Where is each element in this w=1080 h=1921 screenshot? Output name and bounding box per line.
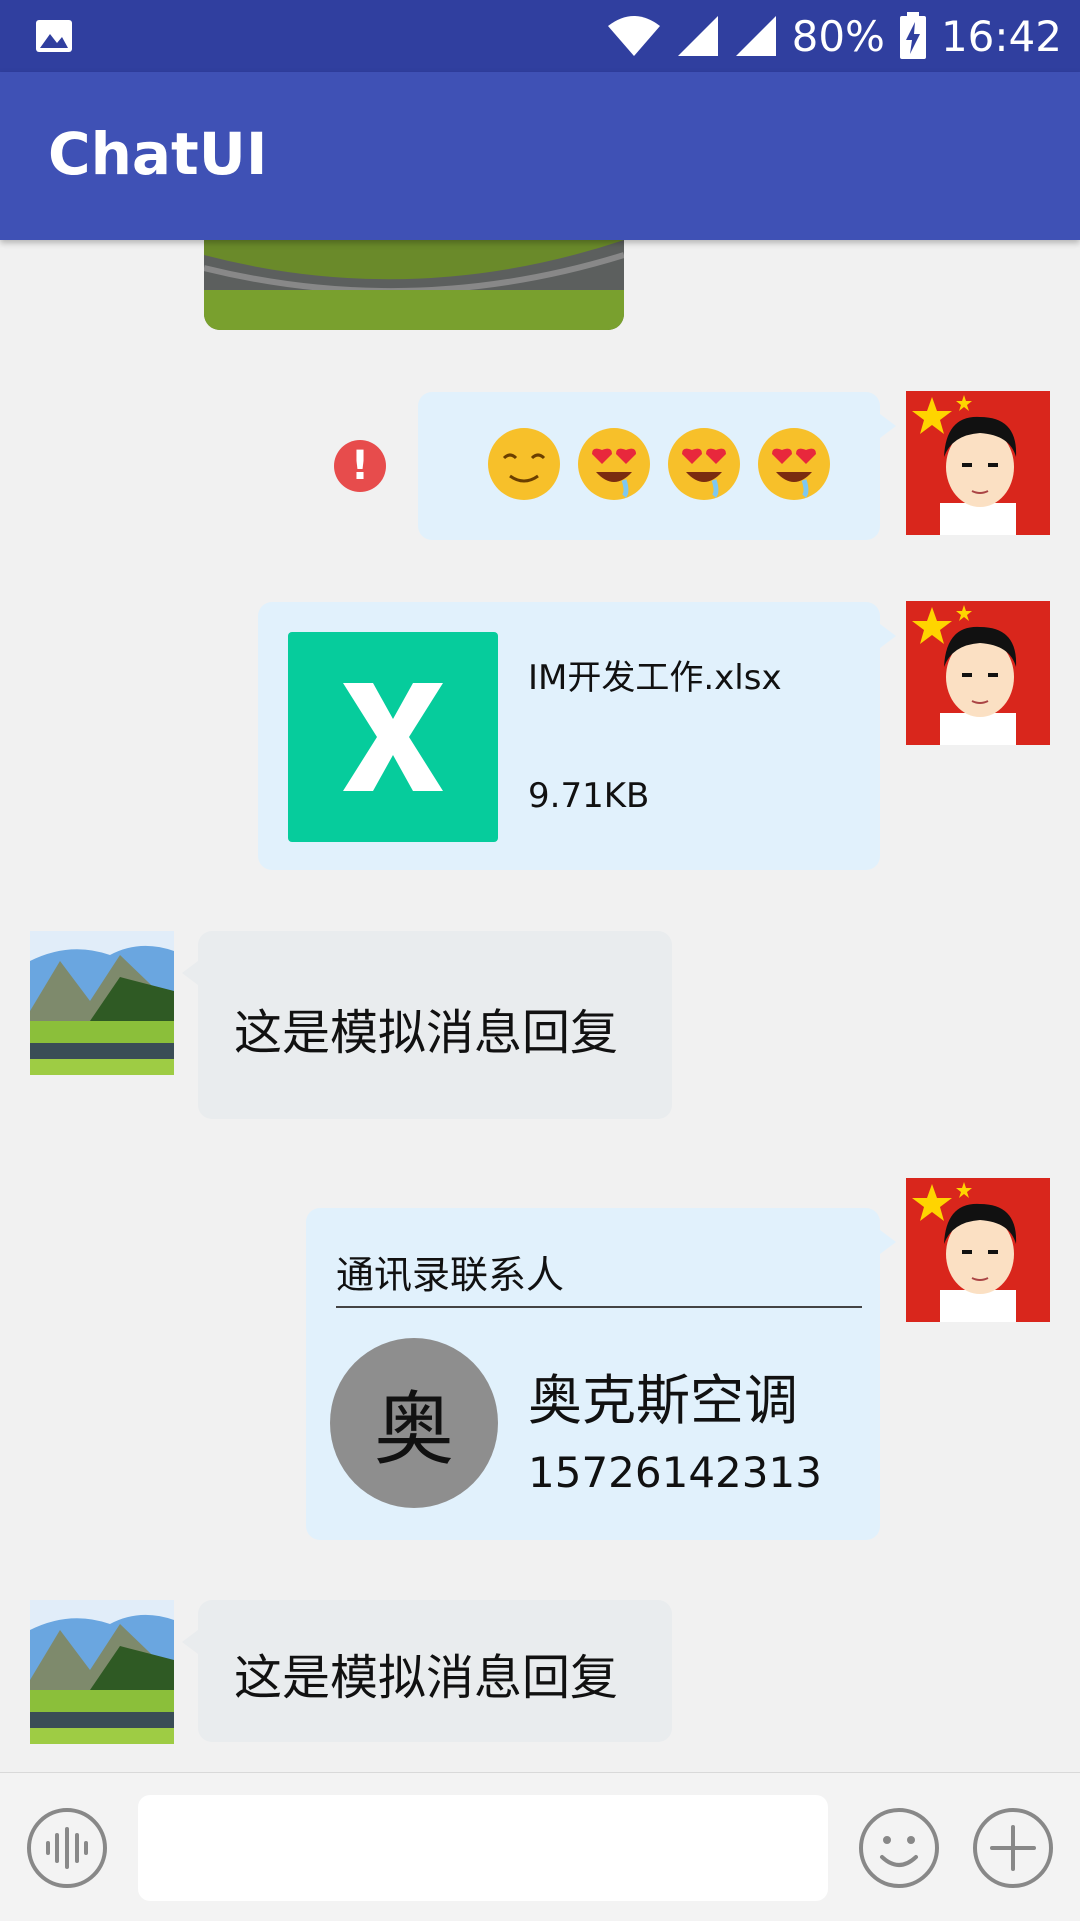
file-name: IM开发工作.xlsx — [528, 658, 782, 698]
message-text: 这是模拟消息回复 — [234, 1650, 619, 1706]
mountain-lake-avatar-image — [30, 1600, 174, 1744]
image-message[interactable] — [204, 240, 624, 330]
contact-card-bubble[interactable]: 通讯录联系人 奥 奥克斯空调 15726142313 — [306, 1208, 896, 1540]
contact-avatar[interactable] — [30, 931, 174, 1075]
reply-message-bubble[interactable]: 这是模拟消息回复 — [182, 1600, 672, 1742]
contact-card-header: 通讯录联系人 — [336, 1253, 565, 1297]
heart-eyes-emoji-icon — [578, 428, 650, 500]
divider — [336, 1306, 862, 1308]
clock: 16:42 — [940, 11, 1062, 61]
message-input[interactable] — [138, 1795, 828, 1901]
landscape-image — [204, 240, 624, 330]
emoji-icon[interactable] — [858, 1807, 940, 1889]
excel-file-icon — [288, 632, 498, 842]
mountain-lake-avatar-image — [30, 931, 174, 1075]
contact-avatar[interactable] — [30, 1600, 174, 1744]
signal-icon — [677, 16, 718, 56]
x-letter-icon — [343, 683, 443, 791]
signal-icon — [735, 16, 776, 56]
file-size: 9.71KB — [528, 776, 650, 816]
send-failed-icon[interactable]: ! — [334, 440, 386, 492]
my-avatar[interactable] — [906, 1178, 1050, 1322]
emoji-row — [486, 426, 832, 502]
message-text: 这是模拟消息回复 — [234, 1005, 619, 1061]
cartoon-avatar-image — [906, 1178, 1050, 1322]
wifi-icon — [607, 16, 660, 56]
add-icon[interactable] — [972, 1807, 1054, 1889]
image-icon — [36, 20, 72, 52]
voice-icon[interactable] — [26, 1807, 108, 1889]
status-icons: 80% 16:42 — [606, 0, 1062, 72]
heart-eyes-emoji-icon — [668, 428, 740, 500]
chat-list[interactable]: ! IM开发工作.xlsx 9.71KB 这是模拟消息回复 通讯录联系人 奥 奥… — [0, 240, 1080, 1772]
cartoon-avatar-image — [906, 601, 1050, 745]
my-avatar[interactable] — [906, 391, 1050, 535]
battery-percent: 80% — [791, 11, 885, 61]
app-title: ChatUI — [48, 120, 268, 188]
emoji-message-bubble[interactable] — [418, 392, 896, 540]
status-bar: 80% 16:42 — [0, 0, 1080, 72]
file-message-bubble[interactable]: IM开发工作.xlsx 9.71KB — [258, 602, 896, 870]
battery-charging-icon — [899, 12, 926, 59]
contact-name: 奥克斯空调 — [528, 1369, 798, 1432]
reply-message-bubble[interactable]: 这是模拟消息回复 — [182, 931, 672, 1119]
my-avatar[interactable] — [906, 601, 1050, 745]
heart-eyes-emoji-icon — [758, 428, 830, 500]
contact-card-avatar: 奥 — [330, 1338, 498, 1508]
input-bar — [0, 1772, 1080, 1921]
relieved-face-emoji-icon — [488, 428, 560, 500]
cartoon-avatar-image — [906, 391, 1050, 535]
contact-phone: 15726142313 — [528, 1448, 822, 1497]
app-bar: ChatUI — [0, 72, 1080, 240]
